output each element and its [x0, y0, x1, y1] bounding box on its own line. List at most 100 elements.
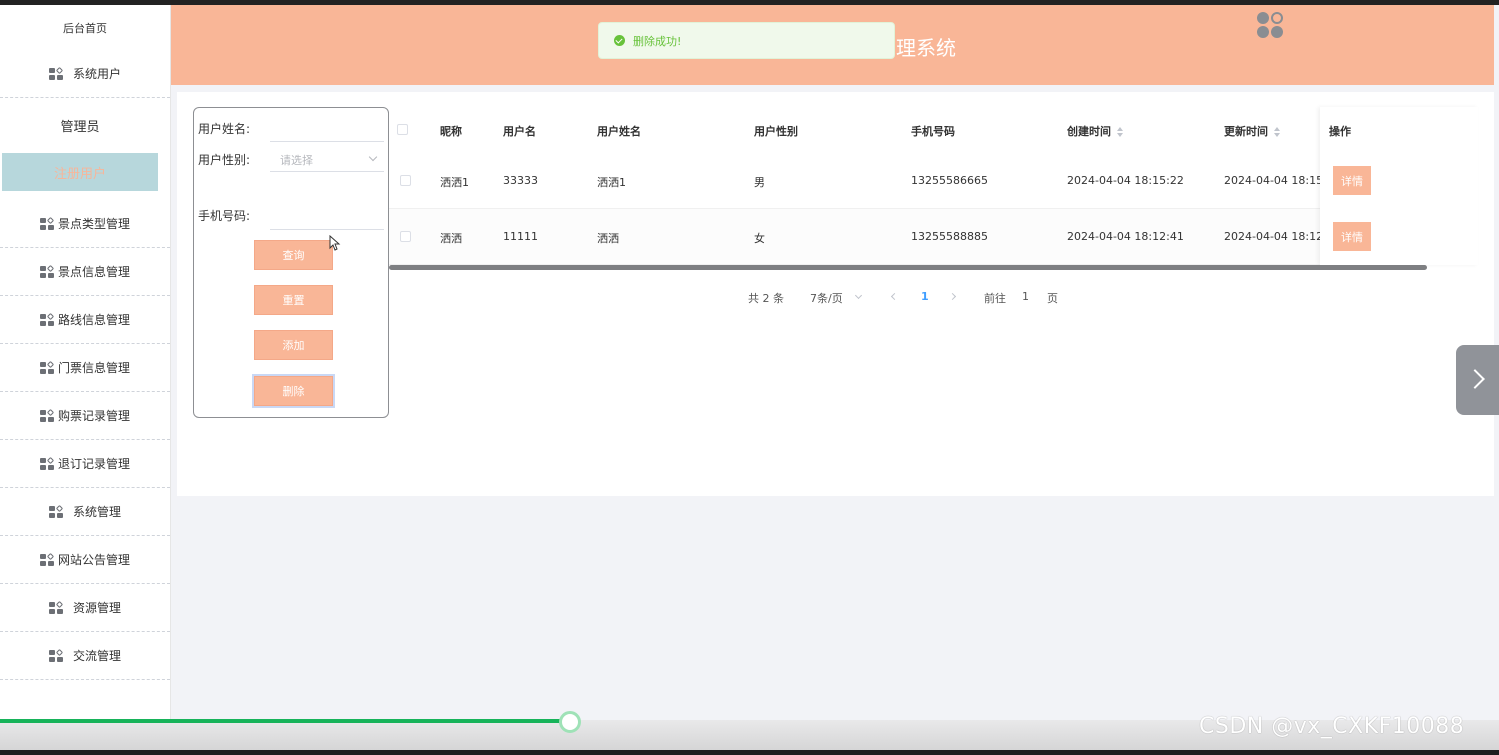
page-size-select[interactable]: 7条/页: [810, 290, 843, 306]
page-number-current[interactable]: 1: [921, 290, 929, 303]
table-horizontal-scrollbar[interactable]: [389, 265, 1427, 270]
sidebar-item-label: 景点信息管理: [57, 265, 130, 279]
sidebar-item-refund-records[interactable]: 退订记录管理: [0, 440, 170, 488]
col-created-label: 创建时间: [1067, 125, 1111, 138]
sidebar-sub-admin[interactable]: 管理员: [2, 106, 158, 144]
watermark-text: CSDN @vx_CXKF10088: [1199, 714, 1465, 739]
col-realname: 用户姓名: [597, 125, 641, 138]
sidebar-item-label: 资源管理: [72, 601, 121, 615]
delete-button[interactable]: 删除: [252, 374, 335, 408]
sort-icon[interactable]: [1274, 127, 1281, 137]
cell-realname: 洒洒: [597, 232, 619, 245]
sidebar-item-home[interactable]: 后台首页: [0, 5, 170, 50]
select-all-checkbox[interactable]: [397, 124, 408, 135]
row-checkbox[interactable]: [400, 175, 411, 186]
sidebar-item-label: 交流管理: [72, 649, 121, 663]
sidebar-sub-label: 注册用户: [53, 166, 106, 182]
sidebar-sub-label: 管理员: [60, 119, 100, 135]
sidebar-item-resources[interactable]: 资源管理: [0, 584, 170, 632]
query-button[interactable]: 查询: [254, 240, 333, 270]
goto-page-input[interactable]: 1: [1022, 290, 1029, 303]
gender-select[interactable]: 请选择: [270, 148, 384, 172]
chevron-right-icon[interactable]: [1456, 345, 1499, 415]
sidebar-item-label: 网站公告管理: [57, 553, 130, 567]
col-nickname: 昵称: [440, 125, 462, 138]
col-action: 操作: [1329, 125, 1351, 138]
reset-button[interactable]: 重置: [254, 285, 333, 315]
phone-input[interactable]: [270, 206, 384, 230]
add-button[interactable]: 添加: [254, 330, 333, 360]
goto-label: 前往: [984, 292, 1006, 305]
sidebar-item-label: 路线信息管理: [57, 313, 130, 327]
cell-phone: 13255586665: [911, 174, 988, 187]
sidebar: 后台首页 系统用户 管理员 注册用户 景点类型管理 景点信息管理 路线信息管理 …: [0, 5, 171, 755]
name-input[interactable]: [270, 118, 384, 142]
sidebar-item-label: 后台首页: [63, 21, 107, 35]
page-title: 理系统: [896, 36, 956, 60]
cell-phone: 13255588885: [911, 230, 988, 243]
gender-label: 用户性别:: [198, 153, 251, 167]
sidebar-item-label: 购票记录管理: [57, 409, 130, 423]
sort-icon[interactable]: [1117, 127, 1124, 137]
grid-icon: [48, 504, 64, 518]
sidebar-item-system-management[interactable]: 系统管理: [0, 488, 170, 536]
col-phone: 手机号码: [911, 125, 955, 138]
col-updated-label: 更新时间: [1224, 125, 1268, 138]
col-gender: 用户性别: [754, 125, 798, 138]
grid-icon: [39, 216, 55, 230]
sidebar-item-label: 退订记录管理: [57, 457, 130, 471]
grid-icon: [39, 456, 55, 470]
cell-username: 11111: [503, 230, 538, 243]
sidebar-item-label: 系统用户: [72, 67, 121, 81]
mouse-cursor-icon: [329, 235, 341, 251]
gender-placeholder: 请选择: [280, 153, 313, 167]
sidebar-item-communication[interactable]: 交流管理: [0, 632, 170, 680]
window-bottom-edge: [0, 750, 1499, 755]
cell-created: 2024-04-04 18:15:22: [1067, 174, 1184, 187]
grid-icon: [39, 312, 55, 326]
grid-icon: [48, 66, 64, 80]
toast-message: 删除成功!: [633, 34, 682, 48]
sidebar-item-scenic-info[interactable]: 景点信息管理: [0, 248, 170, 296]
success-toast: 删除成功!: [598, 22, 895, 59]
grid-icon: [48, 648, 64, 662]
detail-button[interactable]: 详情: [1333, 222, 1371, 251]
sidebar-item-purchase-records[interactable]: 购票记录管理: [0, 392, 170, 440]
pagination-total: 共 2 条: [748, 292, 784, 305]
sidebar-item-label: 景点类型管理: [57, 217, 130, 231]
col-updated[interactable]: 更新时间: [1224, 123, 1281, 139]
sidebar-item-label: 系统管理: [72, 505, 121, 519]
cell-created: 2024-04-04 18:12:41: [1067, 230, 1184, 243]
grid-icon: [39, 552, 55, 566]
sidebar-item-announcements[interactable]: 网站公告管理: [0, 536, 170, 584]
search-panel: 用户姓名: 用户性别: 请选择 手机号码: 查询 重置 添加 删除: [193, 107, 389, 418]
cell-updated: 2024-04-04 18:12:4: [1224, 230, 1320, 243]
cell-username: 33333: [503, 174, 538, 187]
sidebar-item-ticket-info[interactable]: 门票信息管理: [0, 344, 170, 392]
user-avatar-icon[interactable]: [1257, 9, 1286, 40]
row-checkbox[interactable]: [400, 231, 411, 242]
page-unit-label: 页: [1047, 292, 1058, 305]
video-progress-handle[interactable]: [559, 711, 581, 733]
grid-icon: [39, 408, 55, 422]
chevron-down-icon: [368, 152, 378, 162]
video-progress-bar[interactable]: [0, 719, 570, 723]
grid-icon: [48, 600, 64, 614]
sidebar-item-system-users[interactable]: 系统用户: [0, 50, 170, 98]
sidebar-item-scenic-type[interactable]: 景点类型管理: [0, 200, 170, 248]
cell-gender: 男: [754, 176, 765, 189]
grid-icon: [39, 360, 55, 374]
detail-button[interactable]: 详情: [1333, 166, 1371, 195]
check-circle-icon: [614, 35, 625, 46]
cell-nickname: 洒洒1: [440, 176, 469, 189]
phone-label: 手机号码:: [198, 209, 251, 223]
grid-icon: [39, 264, 55, 278]
cell-gender: 女: [754, 232, 765, 245]
sidebar-item-label: 门票信息管理: [57, 361, 130, 375]
name-label: 用户姓名:: [198, 122, 251, 136]
cell-realname: 洒洒1: [597, 176, 626, 189]
col-username: 用户名: [503, 125, 536, 138]
sidebar-item-route-info[interactable]: 路线信息管理: [0, 296, 170, 344]
col-created[interactable]: 创建时间: [1067, 123, 1124, 139]
sidebar-sub-registered-users[interactable]: 注册用户: [2, 153, 158, 191]
